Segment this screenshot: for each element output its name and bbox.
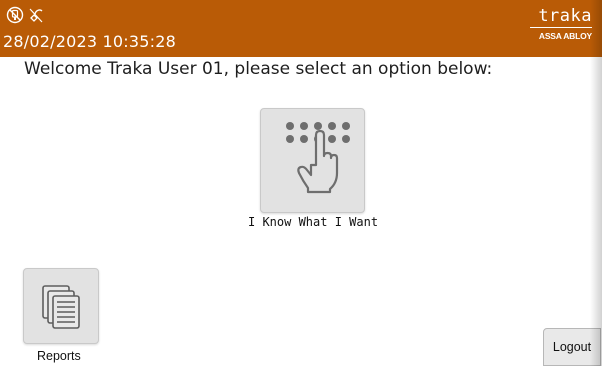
brand-logo: traka ASSA ABLOY (530, 7, 592, 41)
status-icons (6, 6, 44, 28)
edge-shadow (590, 0, 602, 366)
no-network-icon (6, 6, 24, 28)
i-know-what-i-want-button[interactable] (260, 108, 365, 213)
header-datetime: 28/02/2023 10:35:28 (3, 32, 176, 51)
keypad-touch-icon (261, 109, 364, 216)
documents-icon (24, 269, 98, 347)
brand-name: traka (538, 6, 592, 26)
reports-label: Reports (37, 349, 81, 363)
power-off-icon (28, 6, 44, 28)
brand-rule (530, 27, 592, 28)
reports-button[interactable] (23, 268, 99, 344)
welcome-message: Welcome Traka User 01, please select an … (24, 59, 493, 79)
brand-sub: ASSA ABLOY (538, 31, 592, 41)
i-know-what-i-want-label: I Know What I Want (248, 215, 379, 229)
header-bar: 28/02/2023 10:35:28 traka ASSA ABLOY (0, 0, 602, 57)
